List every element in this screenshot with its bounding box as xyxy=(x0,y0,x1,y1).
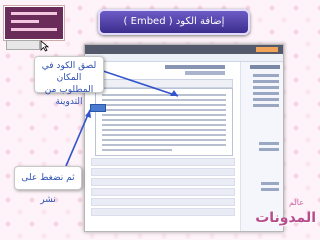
browser-tab-thumbnail xyxy=(6,40,40,50)
sidebar-item[interactable] xyxy=(253,104,279,107)
brand-logo: عالم المدونات xyxy=(255,196,318,232)
blogger-top-bar xyxy=(85,45,283,54)
sidebar-item[interactable] xyxy=(261,188,279,191)
cursor-icon xyxy=(40,40,49,52)
post-settings-row[interactable] xyxy=(91,198,235,206)
post-settings-row[interactable] xyxy=(91,158,235,166)
callout-line: لصق الكود في المكان xyxy=(41,61,97,83)
sidebar-title xyxy=(250,65,280,69)
post-settings-row[interactable] xyxy=(91,188,235,196)
post-settings-row[interactable] xyxy=(91,168,235,176)
mode-tabs[interactable] xyxy=(185,71,225,75)
callout-line: المطلوب من التدوينة xyxy=(44,85,94,107)
logo-main-text: المدونات xyxy=(255,210,316,226)
paste-code-callout: لصق الكود في المكان المطلوب من التدوينة xyxy=(34,56,104,107)
sidebar-item[interactable] xyxy=(261,182,279,185)
arrow-to-code xyxy=(93,67,179,97)
page-title: إضافة الكود ( Embed ) xyxy=(98,9,250,35)
arrow-to-publish xyxy=(65,109,91,167)
sidebar-item[interactable] xyxy=(253,92,279,95)
sidebar-item[interactable] xyxy=(253,74,279,77)
post-settings-row[interactable] xyxy=(91,178,235,186)
post-settings-row[interactable] xyxy=(91,208,235,216)
publish-callout: ثم نضغط على نشر xyxy=(14,166,82,205)
sidebar-item[interactable] xyxy=(253,98,279,101)
sidebar-item[interactable] xyxy=(259,142,279,145)
blogger-logo xyxy=(256,47,278,52)
top-left-logo xyxy=(4,6,64,40)
sidebar-item[interactable] xyxy=(253,86,279,89)
logo-small-text: عالم xyxy=(289,198,304,207)
editor-toolbar xyxy=(85,54,283,62)
sidebar-item[interactable] xyxy=(253,80,279,83)
sidebar-item[interactable] xyxy=(259,148,279,151)
